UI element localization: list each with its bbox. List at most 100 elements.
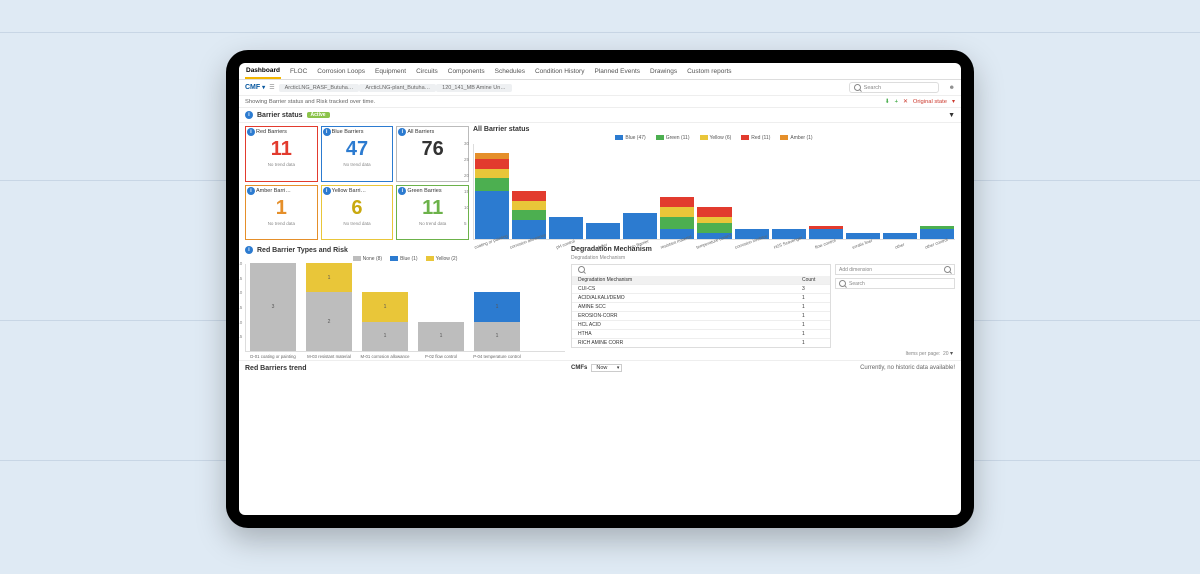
table-header[interactable]: Degradation Mechanism [572,276,800,284]
main-tabs: Dashboard FLOC Corrosion Loops Equipment Cir… [239,63,961,80]
bar-column[interactable]: pH control [549,217,583,239]
info-icon[interactable]: i [398,187,406,195]
table-row[interactable]: EROSION-CORR1 [572,311,830,320]
original-state-link[interactable]: Original state [913,99,947,105]
info-icon[interactable]: i [323,187,331,195]
degradation-subtitle: Degradation Mechanism [571,255,955,261]
tab-planned-events[interactable]: Planned Events [593,66,641,78]
tab-corrosion-loops[interactable]: Corrosion Loops [316,66,366,78]
tab-drawings[interactable]: Drawings [649,66,678,78]
tab-condition-history[interactable]: Condition History [534,66,586,78]
barrier-card[interactable]: i Amber Barri… 1 No trend data [245,185,318,241]
add-dimension-input[interactable]: Add dimension [835,264,955,275]
table-header[interactable]: Count [800,276,830,284]
bar-column[interactable]: 21M-03 resistant material [306,263,352,351]
card-title: All Barriers [407,129,434,135]
items-per-page-select[interactable]: 20 ▾ [943,351,953,357]
cmf-selector[interactable]: CMF ▾ [245,84,265,91]
x-axis-label: P-02 flow control [425,354,457,359]
bar-column[interactable]: 1P-02 flow control [418,322,464,351]
x-axis-label: M-01 corrosion allowance [361,354,410,359]
status-badge: Active [307,112,330,118]
info-icon[interactable]: i [247,187,255,195]
table-row[interactable]: ACID/ALKALI/DEMO1 [572,293,830,302]
cmf-label: CMF [245,84,260,91]
all-barrier-chart: All Barrier status Blue (47)Green (11)Ye… [473,126,955,240]
chart-legend: Blue (47)Green (11)Yellow (6)Red (11)Amb… [473,135,955,141]
legend-item: Yellow (2) [426,256,458,262]
legend-item: Amber (1) [780,135,812,141]
search-icon[interactable] [578,266,585,273]
card-footer: No trend data [419,221,446,226]
bar-column[interactable]: other control [920,226,954,239]
bar-column[interactable]: 3D-01 coating or painting [250,263,296,351]
bar-column[interactable]: other [883,233,917,239]
card-title: Blue Barriers [332,129,364,135]
search-input[interactable]: Search [849,82,939,93]
tab-circuits[interactable]: Circuits [415,66,439,78]
tab-dashboard[interactable]: Dashboard [245,65,281,79]
bar-column[interactable]: flow control [809,226,843,239]
breadcrumb[interactable]: 120_141_MB Amine Un… [436,84,512,92]
barrier-card[interactable]: i All Barriers 76 [396,126,469,182]
bar-column[interactable]: H2S Scavenger [772,229,806,239]
menu-icon[interactable]: ☰ [269,84,274,91]
filter-icon[interactable]: ▼ [948,112,955,119]
page-description: Showing Barrier status and Risk tracked … [245,99,375,105]
tab-components[interactable]: Components [447,66,486,78]
download-icon[interactable]: ⬇ [885,99,890,105]
breadcrumb[interactable]: ArcticLNG-plant_Butuha… [359,84,436,92]
description-row: Showing Barrier status and Risk tracked … [239,96,961,108]
bar-column[interactable]: coating or painting [475,153,509,239]
bar-column[interactable]: temperature control [697,207,731,239]
no-data-message: Currently, no historic data available! [860,365,955,371]
search-placeholder: Search [864,85,881,91]
tab-custom-reports[interactable]: Custom reports [686,66,732,78]
close-icon[interactable]: ✕ [903,99,908,105]
card-value: 6 [351,197,362,220]
tab-schedules[interactable]: Schedules [494,66,526,78]
card-footer: No trend data [268,162,295,167]
degradation-table: Degradation MechanismCount CUI-CS3ACID/A… [571,264,831,348]
bar-column[interactable]: No Barrier [623,213,657,239]
table-row[interactable]: AMINE SCC1 [572,302,830,311]
barrier-card[interactable]: i Blue Barriers 47 No trend data [321,126,394,182]
barrier-status-title: Barrier status [257,112,303,119]
breadcrumb[interactable]: ArcticLNG_RASF_Butuha… [279,84,360,92]
bar-column[interactable]: erratic liner [846,233,880,239]
table-row[interactable]: RICH AMINE CORR1 [572,338,830,347]
table-row[interactable]: CUI-CS3 [572,284,830,293]
bar-column[interactable]: corrosion inhibitor [735,229,769,239]
tab-equipment[interactable]: Equipment [374,66,407,78]
legend-item: Yellow (6) [700,135,732,141]
info-icon[interactable]: i [247,128,255,136]
info-icon[interactable]: i [398,128,406,136]
card-title: Yellow Barri… [332,188,366,194]
tab-floc[interactable]: FLOC [289,66,308,78]
red-barrier-title: Red Barrier Types and Risk [257,247,348,254]
add-icon[interactable]: + [895,99,898,105]
legend-item: Blue (1) [390,256,418,262]
barrier-card[interactable]: i Green Barries 11 No trend data [396,185,469,241]
bar-column[interactable]: fuller [586,223,620,239]
chart-legend: None (8)Blue (1)Yellow (2) [245,256,565,262]
barrier-card[interactable]: i Red Barriers 11 No trend data [245,126,318,182]
bar-column[interactable]: resistant material [660,197,694,239]
info-icon[interactable]: i [323,128,331,136]
user-icon[interactable]: ☻ [949,85,955,91]
cmfs-dropdown[interactable]: Now [591,364,622,372]
table-row[interactable]: HTHA1 [572,329,830,338]
card-title: Red Barriers [256,129,287,135]
legend-item: Blue (47) [615,135,645,141]
barrier-card[interactable]: i Yellow Barri… 6 No trend data [321,185,394,241]
table-row[interactable]: HCL ACID1 [572,320,830,329]
bar-column[interactable]: 11P-04 temperature control [474,292,520,351]
cmfs-label: CMFs [571,365,587,371]
bar-column[interactable]: corrosion allowance [512,191,546,239]
barrier-cards: i Red Barriers 11 No trend datai Blue Ba… [245,126,469,240]
info-icon[interactable]: i [245,246,253,254]
table-search-input[interactable]: Search [835,278,955,289]
bar-column[interactable]: 11M-01 corrosion allowance [362,292,408,351]
chevron-down-icon: ▾ [262,84,265,91]
info-icon[interactable]: i [245,111,253,119]
